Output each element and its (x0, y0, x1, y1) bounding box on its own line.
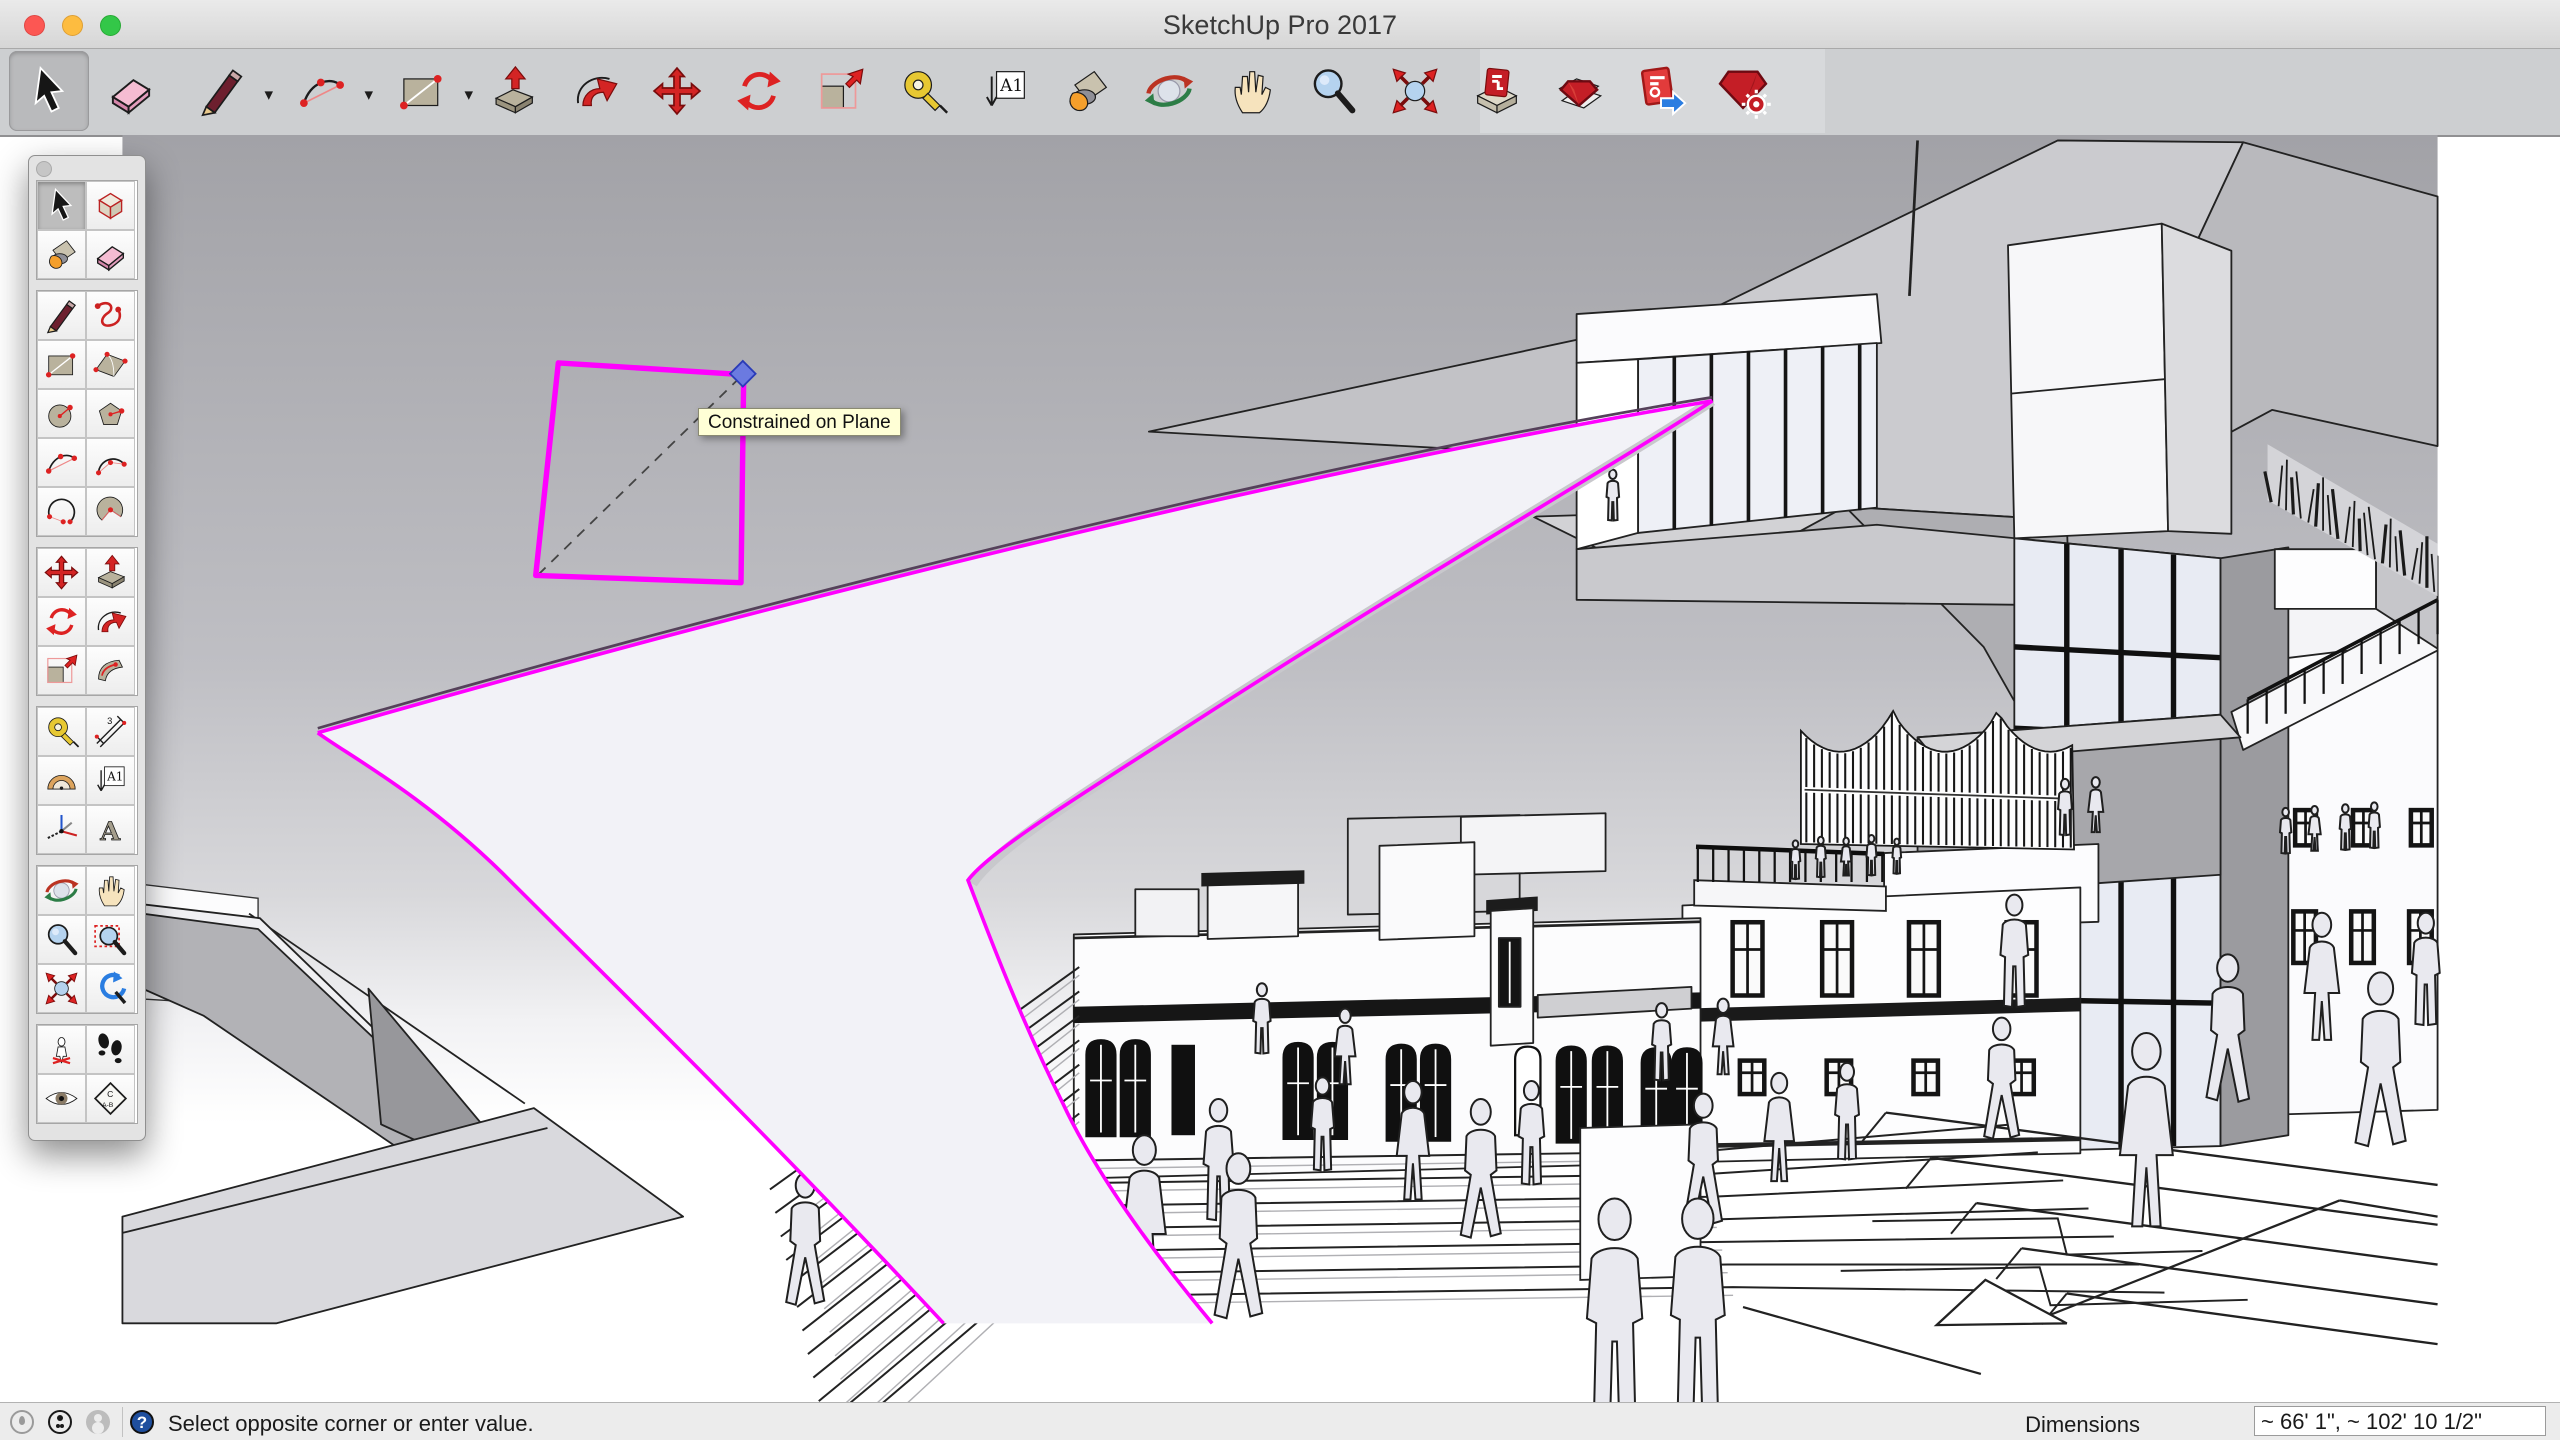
palette-zoom-extents-button[interactable] (37, 964, 86, 1013)
dimensions-value-box[interactable]: ~ 66' 1", ~ 102' 10 1/2" (2254, 1406, 2546, 1436)
toolbar-move-button[interactable] (637, 51, 717, 131)
palette-rectangle-button[interactable] (37, 340, 86, 389)
palette-pan-button[interactable] (86, 866, 135, 915)
toolbar-arc-2pt-button[interactable]: ▾ (273, 51, 371, 131)
toolbar-extension-warehouse-button[interactable] (1703, 51, 1783, 131)
svg-text:C: C (107, 1089, 113, 1099)
palette-orbit-button[interactable] (37, 866, 86, 915)
help-icon[interactable]: ? (130, 1410, 154, 1434)
toolbar-scale-button[interactable] (801, 51, 881, 131)
inference-tooltip: Constrained on Plane (698, 408, 901, 436)
large-tool-set-palette: 3 A1 A C A-B (28, 155, 146, 1141)
palette-header[interactable] (29, 156, 145, 180)
palette-protractor-button[interactable] (37, 756, 86, 805)
status-bar: ? Select opposite corner or enter value.… (0, 1402, 2560, 1440)
palette-pie-button[interactable] (86, 487, 135, 536)
window-title: SketchUp Pro 2017 (0, 10, 2560, 41)
toolbar-send-to-layout-button[interactable] (1457, 51, 1537, 131)
palette-walk-button[interactable] (86, 1025, 135, 1074)
palette-scale-button[interactable] (37, 646, 86, 695)
model-scene[interactable] (0, 135, 2560, 1402)
toolbar-select-button[interactable] (9, 51, 89, 131)
toolbar-paint-bucket-button[interactable] (1047, 51, 1127, 131)
palette-paint-bucket-button[interactable] (37, 230, 86, 279)
palette-arc-3pt-button[interactable] (37, 487, 86, 536)
toolbar-rectangle-button[interactable]: ▾ (373, 51, 471, 131)
toolbar-rotate-button[interactable] (719, 51, 799, 131)
palette-group (36, 180, 138, 280)
palette-move-button[interactable] (37, 548, 86, 597)
palette-group: C A-B (36, 1024, 138, 1124)
dimensions-label: Dimensions (2025, 1412, 2140, 1438)
palette-select-button[interactable] (37, 181, 86, 230)
palette-group: 3 A1 A (36, 706, 138, 855)
svg-text:A: A (99, 817, 121, 847)
statusbar-divider (122, 1407, 123, 1437)
svg-text:A-B: A-B (102, 1102, 114, 1109)
palette-line-button[interactable] (37, 291, 86, 340)
main-toolbar: ▾ ▾ ▾ A1 (0, 49, 2560, 137)
credits-icon[interactable] (48, 1410, 72, 1434)
svg-text:A1: A1 (106, 770, 123, 784)
palette-look-around-button[interactable] (37, 1074, 86, 1123)
toolbar-zoom-extents-button[interactable] (1375, 51, 1455, 131)
palette-freehand-button[interactable] (86, 291, 135, 340)
palette-zoom-window-button[interactable] (86, 915, 135, 964)
toolbar-follow-me-button[interactable] (555, 51, 635, 131)
palette-group (36, 290, 138, 537)
toolbar-line-dropdown-arrow[interactable]: ▾ (264, 85, 273, 105)
svg-text:3: 3 (107, 715, 112, 726)
palette-polygon-button[interactable] (86, 389, 135, 438)
toolbar-tape-measure-button[interactable] (883, 51, 963, 131)
toolbar-orbit-button[interactable] (1129, 51, 1209, 131)
palette-circle-button[interactable] (37, 389, 86, 438)
sketchup-window: SketchUp Pro 2017 ▾ ▾ ▾ A1 (0, 0, 2560, 1440)
palette-section-plane-button[interactable]: C A-B (86, 1074, 135, 1123)
palette-position-camera-button[interactable] (37, 1025, 86, 1074)
palette-zoom-button[interactable] (37, 915, 86, 964)
sign-in-icon[interactable] (86, 1410, 110, 1434)
palette-arc-2pt-button[interactable] (37, 438, 86, 487)
palette-group (36, 547, 138, 696)
toolbar-pan-button[interactable] (1211, 51, 1291, 131)
toolbar-rectangle-dropdown-arrow[interactable]: ▾ (464, 85, 473, 105)
toolbar-share-model-button[interactable] (1539, 51, 1619, 131)
model-canvas[interactable]: Constrained on Plane (0, 135, 2560, 1402)
palette-arc-button[interactable] (86, 438, 135, 487)
title-bar: SketchUp Pro 2017 (0, 0, 2560, 49)
toolbar-eraser-button[interactable] (91, 51, 171, 131)
palette-rotate-button[interactable] (37, 597, 86, 646)
status-message: Select opposite corner or enter value. (168, 1411, 534, 1437)
palette-follow-me-button[interactable] (86, 597, 135, 646)
toolbar-push-pull-button[interactable] (473, 51, 553, 131)
palette-push-pull-button[interactable] (86, 548, 135, 597)
geolocation-icon[interactable] (10, 1410, 34, 1434)
palette-offset-button[interactable] (86, 646, 135, 695)
palette-make-component-button[interactable] (86, 181, 135, 230)
palette-previous-button[interactable] (86, 964, 135, 1013)
palette-3d-text-button[interactable]: A (86, 805, 135, 854)
svg-text:A1: A1 (999, 75, 1023, 95)
toolbar-zoom-button[interactable] (1293, 51, 1373, 131)
palette-close-button[interactable] (36, 161, 52, 177)
palette-text-button[interactable]: A1 (86, 756, 135, 805)
toolbar-export-layout-button[interactable] (1621, 51, 1701, 131)
toolbar-line-button[interactable]: ▾ (173, 51, 271, 131)
palette-group (36, 865, 138, 1014)
toolbar-arc-2pt-dropdown-arrow[interactable]: ▾ (364, 85, 373, 105)
palette-tape-measure-button[interactable] (37, 707, 86, 756)
palette-rotated-rectangle-button[interactable] (86, 340, 135, 389)
palette-axes-button[interactable] (37, 805, 86, 854)
palette-dimension-button[interactable]: 3 (86, 707, 135, 756)
palette-eraser-button[interactable] (86, 230, 135, 279)
toolbar-text-button[interactable]: A1 (965, 51, 1045, 131)
